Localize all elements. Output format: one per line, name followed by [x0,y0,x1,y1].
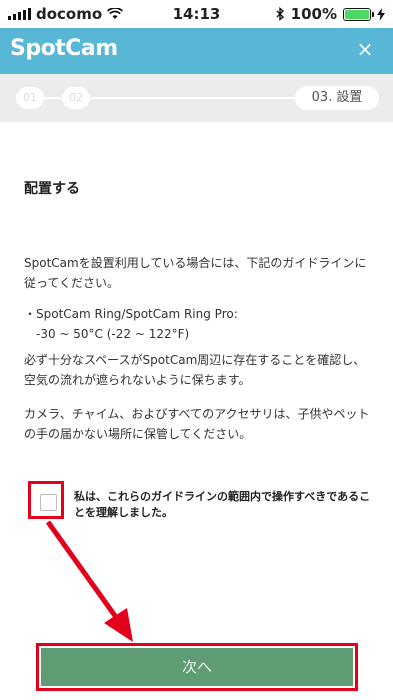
temperature-range: -30 ~ 50°C (-22 ~ 122°F) [24,327,190,341]
app-header: SpotCam × [0,28,393,74]
charging-icon [377,7,385,21]
battery-icon [343,7,374,21]
guideline-children: カメラ、チャイム、およびすべてのアクセサリは、子供やペットの手の届かない場所に保… [24,407,370,441]
step-indicator: 01 02 03. 設置 [0,74,393,122]
guideline-temperature: ・SpotCam Ring/SpotCam Ring Pro: -30 ~ 50… [24,304,370,344]
consent-row: 私は、これらのガイドラインの範囲内で操作すべきであることを理解しました。 [28,481,370,521]
checkbox-highlight[interactable] [28,481,64,519]
guideline-intro: SpotCamを設置利用している場合には、下記のガイドラインに従ってください。 [24,256,367,290]
spotcam-logo: SpotCam [10,36,118,61]
status-bar: docomo 14:13 100% [0,0,393,28]
status-right: 100% [276,5,385,23]
step-1: 01 [16,87,44,109]
next-button[interactable]: 次へ [41,648,353,686]
consent-checkbox[interactable] [40,494,57,511]
bluetooth-icon [276,7,284,21]
step-current: 03. 設置 [295,86,379,110]
page-title: 配置する [24,181,80,197]
next-button-highlight: 次へ [36,643,358,691]
close-icon[interactable]: × [353,37,377,61]
guideline-space: 必ず十分なスペースがSpotCam周辺に存在することを確認し、空気の流れが遮られ… [24,353,366,387]
step-2: 02 [62,87,90,109]
temperature-model: ・SpotCam Ring/SpotCam Ring Pro: [24,307,238,321]
consent-label[interactable]: 私は、これらのガイドラインの範囲内で操作すべきであることを理解しました。 [74,489,374,521]
battery-percent: 100% [290,5,337,23]
